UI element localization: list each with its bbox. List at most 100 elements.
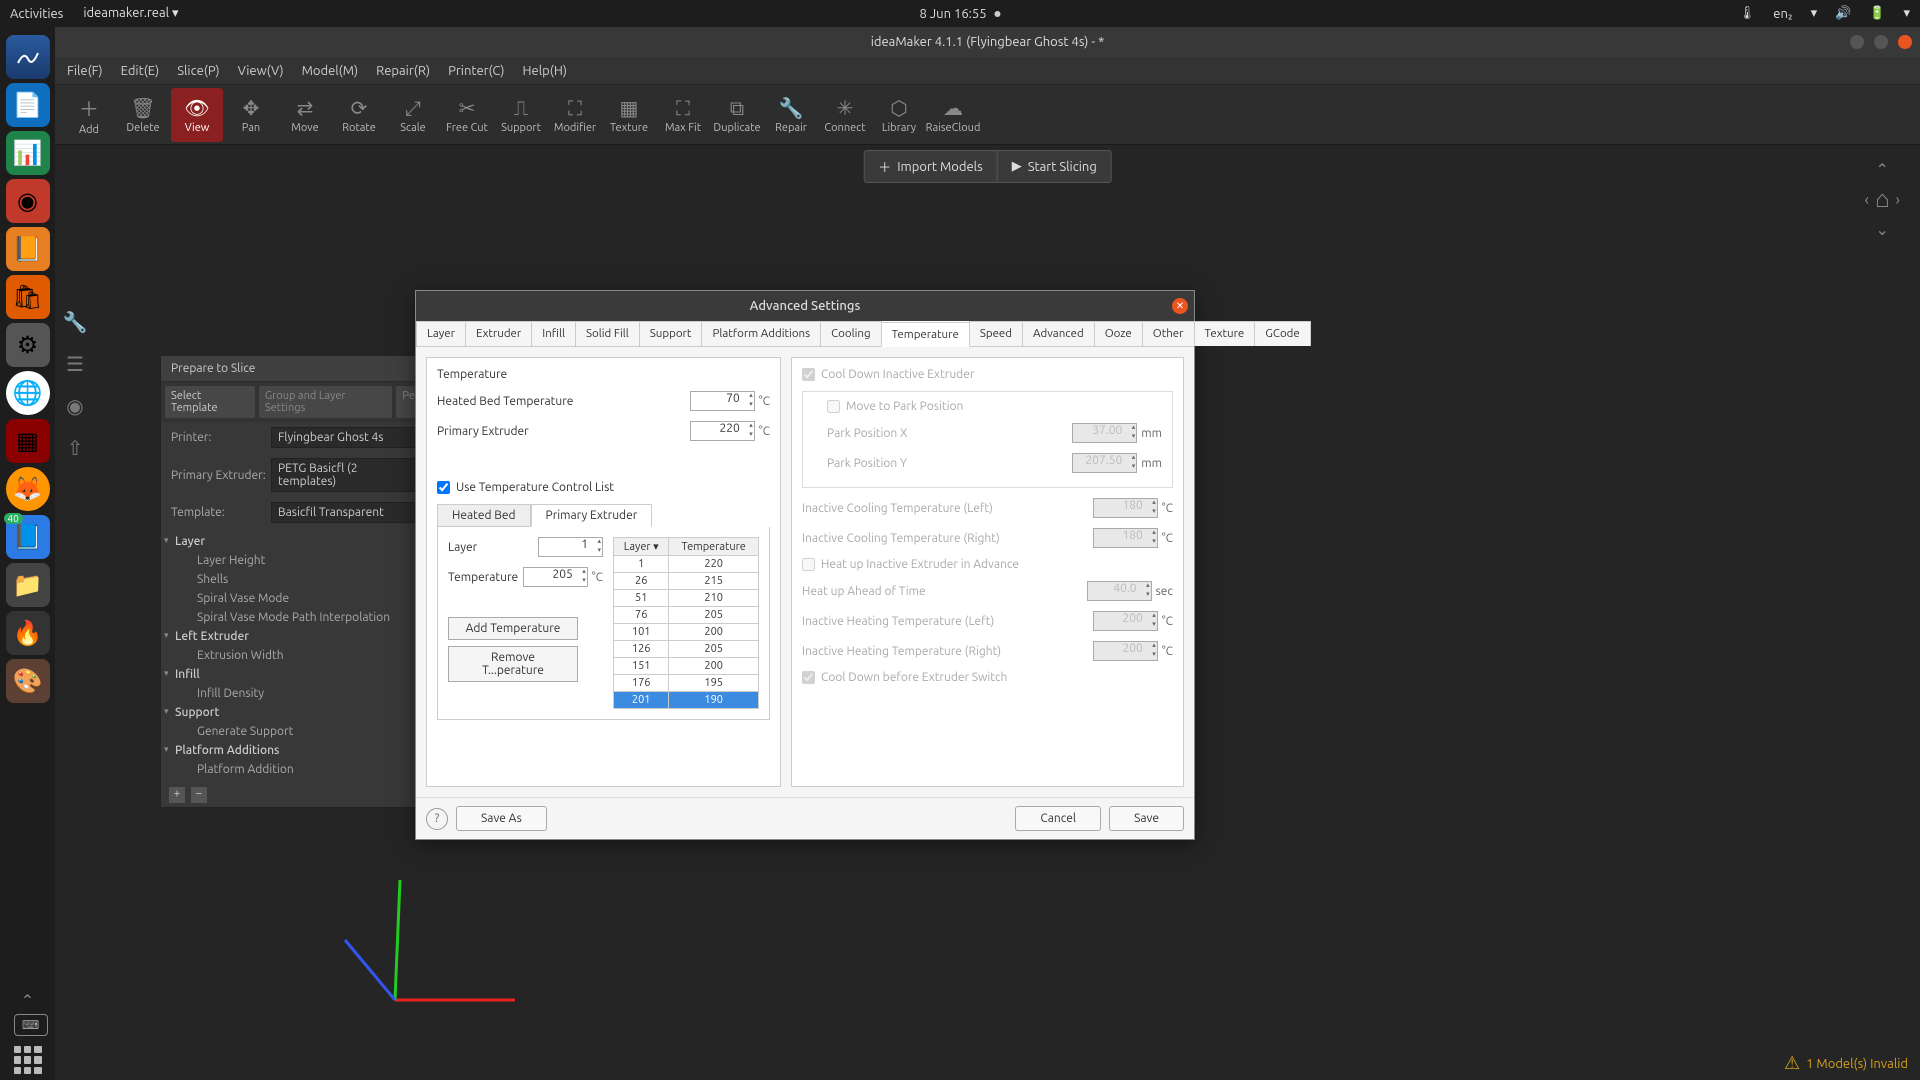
tool-texture[interactable]: ▦Texture — [603, 88, 655, 142]
tool-connect[interactable]: ✳Connect — [819, 88, 871, 142]
tool-library[interactable]: ⬡Library — [873, 88, 925, 142]
tool-duplicate[interactable]: ⧉Duplicate — [711, 88, 763, 142]
table-row[interactable]: 1220 — [614, 556, 759, 573]
layer-input[interactable]: 1 — [538, 537, 603, 557]
dock-app3-icon[interactable]: 🔥 — [6, 611, 50, 655]
tab-support[interactable]: Support — [639, 321, 703, 346]
minimize-button[interactable] — [1850, 35, 1864, 49]
tab-layer[interactable]: Layer — [416, 321, 466, 346]
table-row[interactable]: 201190 — [614, 692, 759, 709]
extruder-select[interactable]: PETG Basicfl (2 templates) — [271, 458, 419, 492]
tab-ooze[interactable]: Ooze — [1094, 321, 1143, 346]
dock-app2-icon[interactable]: 40📘 — [6, 515, 50, 559]
dock-chromium-icon[interactable]: 🌐 — [6, 371, 50, 415]
table-row[interactable]: 76205 — [614, 607, 759, 624]
dock-firefox-icon[interactable]: 🦊 — [6, 467, 50, 511]
dock-impress-icon[interactable]: 📙 — [6, 227, 50, 271]
wrench-small-icon[interactable]: 🔧 — [63, 310, 88, 334]
start-slicing-button[interactable]: ▶Start Slicing — [998, 151, 1111, 182]
wifi-icon[interactable]: ▾ — [1811, 6, 1818, 21]
tab-gcode[interactable]: GCode — [1254, 321, 1310, 346]
table-row[interactable]: 151200 — [614, 658, 759, 675]
dock-settings-icon[interactable]: ⚙ — [6, 323, 50, 367]
show-apps-icon[interactable] — [8, 1040, 48, 1080]
viewport-3d[interactable]: ＋Import Models ▶Start Slicing ⌃ ‹ ⌂ › ⌄ … — [55, 145, 1920, 1080]
tool-raisecloud[interactable]: ☁RaiseCloud — [927, 88, 979, 142]
tool-pan[interactable]: ✥Pan — [225, 88, 277, 142]
upload-icon[interactable]: ⇧ — [67, 436, 84, 460]
tree-header[interactable]: Platform Additions — [161, 741, 429, 760]
tree-item[interactable]: Infill Density — [161, 684, 429, 703]
menu-help[interactable]: Help(H) — [523, 64, 568, 78]
menu-printer[interactable]: Printer(C) — [448, 64, 504, 78]
tool-scale[interactable]: ⤢Scale — [387, 88, 439, 142]
dock-app-icon[interactable]: ◉ — [6, 179, 50, 223]
tree-header[interactable]: Layer — [161, 532, 429, 551]
list-icon[interactable]: ☰ — [66, 352, 84, 376]
bed-temp-input[interactable]: 70 — [690, 391, 755, 411]
table-row[interactable]: 126205 — [614, 641, 759, 658]
clock[interactable]: 8 Jun 16:55 — [919, 7, 986, 21]
save-as-button[interactable]: Save As — [456, 806, 547, 831]
battery-icon[interactable]: 🔋 — [1869, 6, 1885, 21]
dock-calc-icon[interactable]: 📊 — [6, 131, 50, 175]
tab-select-template[interactable]: Select Template — [165, 386, 255, 418]
menu-slice[interactable]: Slice(P) — [177, 64, 219, 78]
menu-model[interactable]: Model(M) — [302, 64, 359, 78]
menu-repair[interactable]: Repair(R) — [376, 64, 430, 78]
dock-software-icon[interactable]: 🛍 — [6, 275, 50, 319]
home-icon[interactable]: ⌂ — [1875, 185, 1890, 214]
printer-select[interactable]: Flyingbear Ghost 4s — [271, 427, 419, 448]
temp-table[interactable]: Layer ▾Temperature 122026215512107620510… — [613, 537, 759, 709]
play-small-icon[interactable]: ◉ — [66, 394, 83, 418]
tab-other[interactable]: Other — [1142, 321, 1195, 346]
menu-view[interactable]: View(V) — [238, 64, 284, 78]
tree-item[interactable]: Generate Support — [161, 722, 429, 741]
tree-item[interactable]: Shells — [161, 570, 429, 589]
close-button[interactable] — [1898, 35, 1912, 49]
volume-icon[interactable]: 🔊 — [1835, 6, 1851, 21]
tree-header[interactable]: Support — [161, 703, 429, 722]
tab-speed[interactable]: Speed — [969, 321, 1023, 346]
thermometer-icon[interactable]: 🌡 — [1739, 6, 1756, 21]
primary-ext-input[interactable]: 220 — [690, 421, 755, 441]
dock-files-icon[interactable]: 📁 — [6, 563, 50, 607]
add-temperature-button[interactable]: Add Temperature — [448, 617, 578, 640]
dock-writer-icon[interactable]: 📄 — [6, 83, 50, 127]
dialog-close-button[interactable]: ✕ — [1172, 298, 1188, 314]
tool-repair[interactable]: 🔧Repair — [765, 88, 817, 142]
tool-modifier[interactable]: ⛶Modifier — [549, 88, 601, 142]
dock-terminal-icon[interactable]: ▦ — [6, 419, 50, 463]
dock-gimp-icon[interactable]: 🎨 — [6, 659, 50, 703]
activities-button[interactable]: Activities — [10, 7, 63, 21]
temp-input[interactable]: 205 — [523, 567, 588, 587]
use-temp-list-checkbox[interactable] — [437, 481, 450, 494]
table-row[interactable]: 26215 — [614, 573, 759, 590]
maximize-button[interactable] — [1874, 35, 1888, 49]
table-row[interactable]: 176195 — [614, 675, 759, 692]
cancel-button[interactable]: Cancel — [1015, 806, 1101, 831]
tree-item[interactable]: Extrusion Width — [161, 646, 429, 665]
app-menu[interactable]: ideamaker.real ▾ — [83, 6, 178, 21]
tree-item[interactable]: Spiral Vase Mode Path Interpolation — [161, 608, 429, 627]
tool-rotate[interactable]: ⟳Rotate — [333, 88, 385, 142]
tool-add[interactable]: ＋Add — [63, 88, 115, 142]
tool-view[interactable]: 👁View — [171, 88, 223, 142]
nav-left-icon[interactable]: ‹ — [1865, 191, 1870, 209]
tab-extruder[interactable]: Extruder — [465, 321, 532, 346]
tool-support[interactable]: ⎍Support — [495, 88, 547, 142]
power-icon[interactable]: ▾ — [1903, 6, 1910, 21]
table-row[interactable]: 51210 — [614, 590, 759, 607]
table-row[interactable]: 101200 — [614, 624, 759, 641]
onscreen-keyboard-icon[interactable]: ⌨ — [14, 1014, 48, 1036]
nav-right-icon[interactable]: › — [1896, 191, 1901, 209]
input-lang[interactable]: en₂ — [1773, 7, 1792, 21]
tool-move[interactable]: ⇄Move — [279, 88, 331, 142]
tree-header[interactable]: Left Extruder — [161, 627, 429, 646]
subtab-primary-extruder[interactable]: Primary Extruder — [531, 504, 653, 527]
tree-remove-button[interactable]: − — [191, 787, 207, 803]
tab-platform-additions[interactable]: Platform Additions — [701, 321, 821, 346]
tool-delete[interactable]: 🗑Delete — [117, 88, 169, 142]
tab-texture[interactable]: Texture — [1194, 321, 1256, 346]
import-models-button[interactable]: ＋Import Models — [864, 151, 998, 182]
